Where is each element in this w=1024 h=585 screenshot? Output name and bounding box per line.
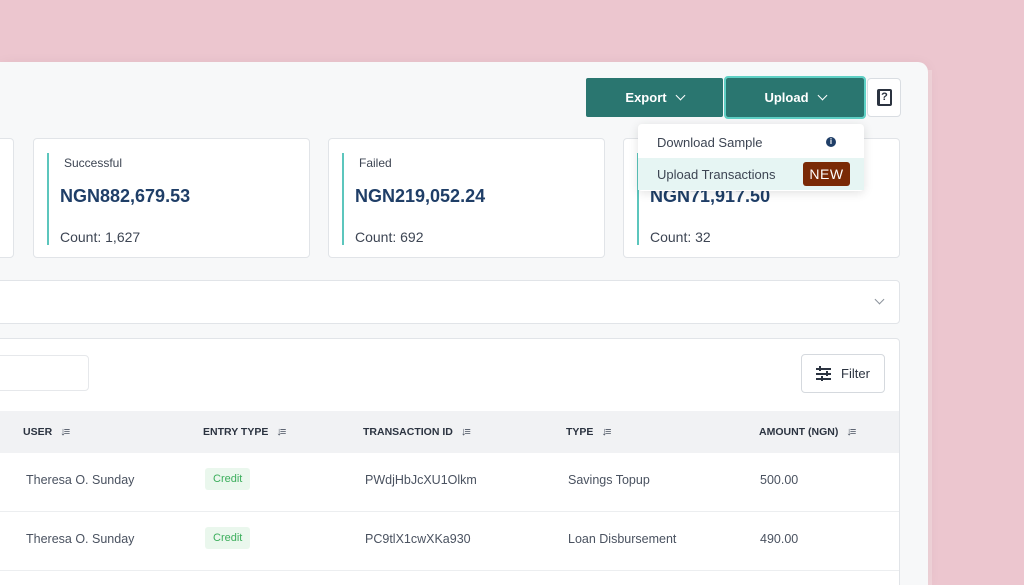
card-count: Count: 1,627 [60,229,141,245]
card-count: Count: 692 [355,229,424,245]
menu-item-upload-transactions[interactable]: Upload Transactions NEW [638,158,864,190]
card-accent-bar [342,153,344,245]
column-header-amount[interactable]: AMOUNT (NGN) ↓≡ [759,426,856,438]
info-icon: i [826,137,836,147]
sort-icon[interactable]: ↓≡ [276,426,286,438]
entry-type-badge: Credit [205,527,251,549]
chevron-down-icon[interactable] [874,294,885,305]
upload-dropdown-menu: Download Sample i Upload Transactions NE… [638,124,864,191]
menu-item-download-sample[interactable]: Download Sample i [638,126,864,158]
sort-icon[interactable]: ↓≡ [846,426,856,438]
menu-item-label: Download Sample [657,134,763,150]
summary-card-failed: Failed NGN219,052.24 Count: 692 [328,138,605,258]
filter-button[interactable]: Filter [801,354,885,393]
card-accent-bar [47,153,49,245]
cell-transaction-id: PC9tlX1cwXKa930 [365,532,471,546]
card-amount: NGN882,679.53 [60,186,191,206]
cell-transaction-id: PWdjHbJcXU1Olkm [365,473,477,487]
card-amount: NGN219,052.24 [355,186,486,206]
column-header-label: TYPE [566,426,594,438]
sort-icon[interactable]: ↓≡ [60,426,70,438]
entry-type-badge: Credit [205,468,251,490]
help-button[interactable]: ? [867,78,901,117]
column-header-transaction-id[interactable]: TRANSACTION ID ↓≡ [363,426,471,438]
upload-button[interactable]: Upload [724,76,866,119]
card-label: Successful [64,156,123,170]
column-header-label: TRANSACTION ID [363,426,453,438]
window-shadow-edge [928,70,932,585]
upload-button-label: Upload [764,90,809,105]
column-header-type[interactable]: TYPE ↓≡ [566,426,611,438]
help-book-icon: ? [876,89,892,106]
column-header-entry-type[interactable]: ENTRY TYPE ↓≡ [203,426,286,438]
column-header-user[interactable]: USER ↓≡ [23,426,70,438]
cell-user: Theresa O. Sunday [26,532,135,546]
search-input[interactable] [0,355,89,391]
column-header-label: ENTRY TYPE [203,426,269,438]
cell-user: Theresa O. Sunday [26,473,135,487]
transactions-table-panel: Filter USER ↓≡ ENTRY TYPE ↓≡ TRANSACTION… [0,338,900,585]
summary-card-total [0,138,14,258]
cell-amount: 490.00 [760,532,799,546]
column-header-label: USER [23,426,53,438]
menu-item-label: Upload Transactions [657,166,776,182]
summary-card-successful: Successful NGN882,679.53 Count: 1,627 [33,138,310,258]
filter-button-label: Filter [841,366,870,381]
export-button-label: Export [625,90,667,105]
export-button[interactable]: Export [586,78,723,117]
table-row[interactable]: Theresa O. Sunday Credit PC9tlX1cwXKa930… [0,512,899,571]
sort-icon[interactable]: ↓≡ [461,426,471,438]
collapsible-filter-bar[interactable] [0,280,900,324]
column-header-label: AMOUNT (NGN) [759,426,839,438]
sort-icon[interactable]: ↓≡ [601,426,611,438]
cell-type: Loan Disbursement [568,532,677,546]
transactions-window: Export Upload ? Successful NGN882,679.53… [0,62,928,585]
new-badge: NEW [803,162,850,186]
cell-amount: 500.00 [760,473,799,487]
card-label: Failed [359,156,392,170]
sliders-icon [816,366,832,381]
card-count: Count: 32 [650,229,711,245]
table-header: USER ↓≡ ENTRY TYPE ↓≡ TRANSACTION ID ↓≡ … [0,411,899,453]
table-row[interactable]: Theresa O. Sunday Credit PWdjHbJcXU1Olkm… [0,453,899,512]
cell-type: Savings Topup [568,473,650,487]
chevron-down-icon [675,90,686,101]
chevron-down-icon [817,90,827,101]
